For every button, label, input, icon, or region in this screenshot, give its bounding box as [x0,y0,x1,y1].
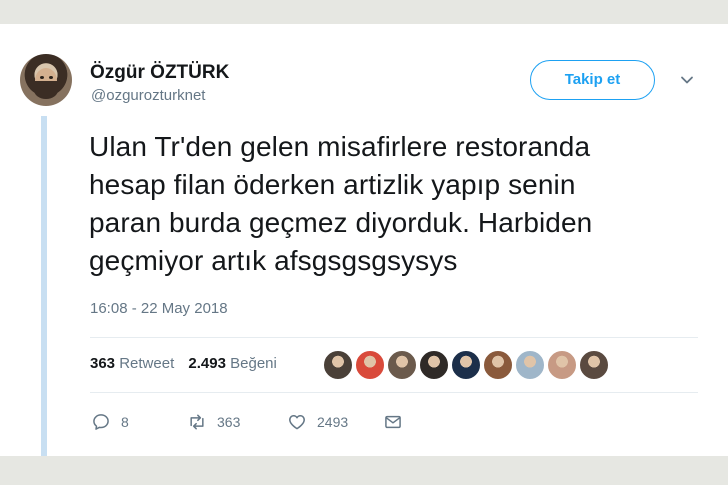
tweet-line: hesap filan öderken artizlik yapıp senin [89,169,576,200]
tweet-line: geçmiyor artık afsgsgsgsysys [89,245,458,276]
direct-message-button[interactable] [383,409,413,435]
retweet-button[interactable]: 363 [187,409,240,435]
liker-avatar[interactable] [387,350,417,380]
reply-count: 8 [121,414,129,430]
reply-button[interactable]: 8 [91,409,129,435]
like-label[interactable]: Beğeni [230,355,277,372]
author-avatar[interactable] [20,54,72,106]
liker-avatar[interactable] [547,350,577,380]
liker-avatar[interactable] [355,350,385,380]
tweet-text: Ulan Tr'den gelen misafirlere restoranda… [89,128,709,280]
divider [90,392,698,393]
liker-avatar[interactable] [515,350,545,380]
reply-icon [93,414,109,430]
tweet-timestamp[interactable]: 16:08 - 22 May 2018 [90,300,228,317]
follow-button[interactable]: Takip et [530,60,655,100]
like-action-count: 2493 [317,414,349,430]
thread-line [41,116,47,456]
chevron-down-icon[interactable] [679,72,695,88]
like-button[interactable]: 2493 [287,409,348,435]
retweet-action-count: 363 [217,414,241,430]
tweet-line: paran burda geçmez diyorduk. Harbiden [89,207,593,238]
author-handle[interactable]: @ozgurozturknet [91,87,205,104]
liker-avatar[interactable] [483,350,513,380]
divider [90,337,698,338]
liker-avatar[interactable] [451,350,481,380]
like-count[interactable]: 2.493 [188,355,226,372]
retweet-icon [190,414,204,430]
heart-icon [289,415,305,430]
retweet-label[interactable]: Retweet [119,355,174,372]
retweet-count[interactable]: 363 [90,355,115,372]
author-name[interactable]: Özgür ÖZTÜRK [90,62,229,84]
envelope-icon [385,415,401,429]
engagement-stats: 363 Retweet 2.493 Beğeni [90,355,277,372]
liker-avatar[interactable] [419,350,449,380]
tweet-line: Ulan Tr'den gelen misafirlere restoranda [89,131,591,162]
liker-avatar[interactable] [579,350,609,380]
liker-avatar[interactable] [323,350,353,380]
